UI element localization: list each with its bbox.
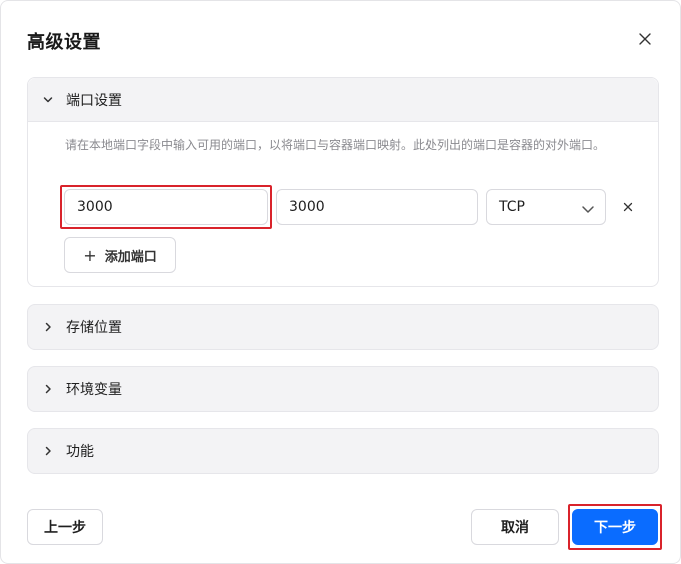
chevron-right-icon (42, 445, 54, 457)
section-port-settings: 端口设置 请在本地端口字段中输入可用的端口，以将端口与容器端口映射。此处列出的端… (27, 77, 659, 287)
add-port-label: 添加端口 (104, 249, 157, 265)
prev-step-button[interactable]: 上一步 (27, 509, 103, 545)
advanced-settings-dialog: 高级设置 端口设置 请在本地端口字段中输入可用的端口，以将端口与容器端口映射。此… (0, 0, 681, 564)
add-port-button[interactable]: + 添加端口 (64, 237, 176, 273)
local-port-input[interactable] (77, 199, 267, 215)
section-label-features: 功能 (66, 444, 94, 460)
remove-port-icon[interactable] (620, 199, 636, 215)
container-port-input[interactable] (289, 199, 477, 215)
section-header-storage-location[interactable]: 存储位置 (28, 305, 658, 349)
protocol-select[interactable]: TCP (486, 189, 606, 225)
chevron-right-icon (42, 321, 54, 333)
chevron-down-icon (42, 94, 54, 106)
protocol-value: TCP (499, 199, 525, 215)
chevron-right-icon (42, 383, 54, 395)
local-port-field[interactable] (64, 189, 268, 225)
plus-icon: + (83, 245, 97, 265)
section-header-port-settings[interactable]: 端口设置 (28, 78, 658, 122)
cancel-button[interactable]: 取消 (471, 509, 559, 545)
section-label-port-settings: 端口设置 (66, 92, 122, 109)
section-header-features[interactable]: 功能 (28, 429, 658, 473)
next-step-button[interactable]: 下一步 (572, 509, 658, 545)
port-settings-body: 请在本地端口字段中输入可用的端口，以将端口与容器端口映射。此处列出的端口是容器的… (28, 122, 658, 286)
port-description: 请在本地端口字段中输入可用的端口，以将端口与容器端口映射。此处列出的端口是容器的… (65, 138, 606, 152)
chevron-down-icon (581, 202, 595, 213)
section-label-environment-variables: 环境变量 (66, 382, 122, 398)
section-environment-variables: 环境变量 (27, 366, 659, 412)
section-label-storage-location: 存储位置 (66, 320, 122, 336)
dialog-title: 高级设置 (27, 32, 101, 53)
container-port-field[interactable] (276, 189, 478, 225)
section-features: 功能 (27, 428, 659, 474)
section-header-environment-variables[interactable]: 环境变量 (28, 367, 658, 411)
section-storage-location: 存储位置 (27, 304, 659, 350)
close-icon[interactable] (635, 29, 655, 49)
